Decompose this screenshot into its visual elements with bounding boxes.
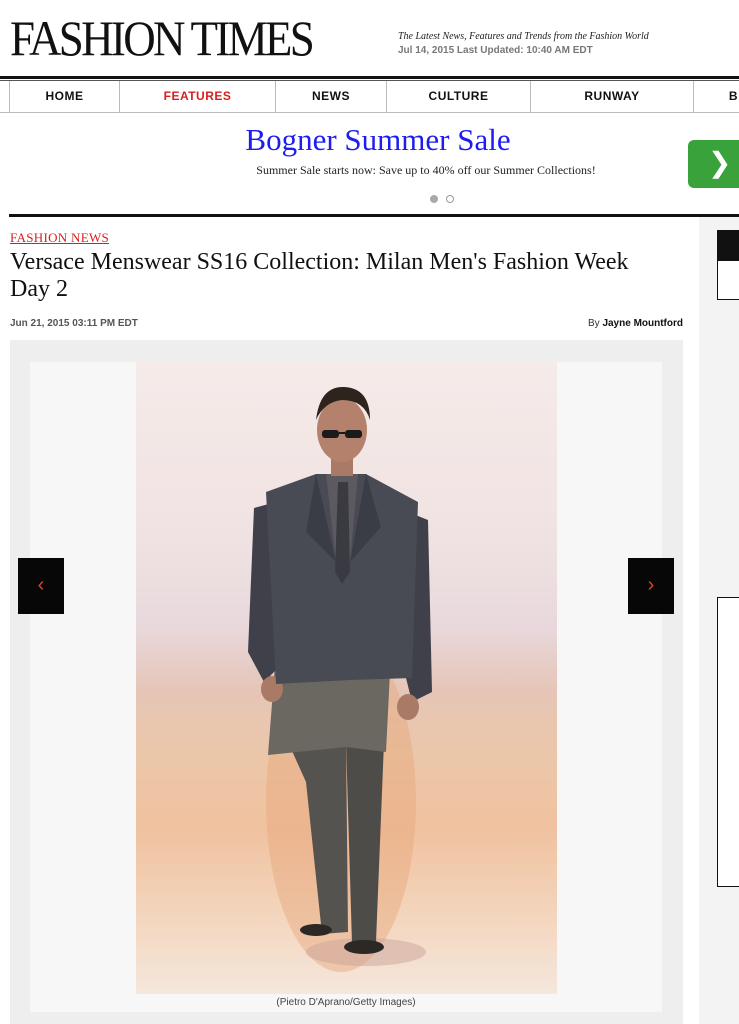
ad-dot-1[interactable] [430, 195, 438, 203]
gallery-prev-button[interactable]: ‹ [18, 558, 64, 614]
chevron-left-icon: ‹ [37, 574, 45, 596]
nav-item-runway[interactable]: RUNWAY [530, 81, 693, 112]
article-headline: Versace Menswear SS16 Collection: Milan … [10, 249, 629, 302]
nav-item-home[interactable]: HOME [9, 81, 119, 112]
gallery-next-button[interactable]: › [628, 558, 674, 614]
photo-gallery: (Pietro D'Aprano/Getty Images) ‹ › [10, 340, 683, 1024]
masthead-rule [0, 76, 739, 79]
gallery-frame: (Pietro D'Aprano/Getty Images) [30, 362, 662, 1012]
article-category-link[interactable]: FASHION NEWS [10, 230, 109, 246]
sidebar-ad-box [717, 597, 739, 887]
runway-model-image [248, 386, 432, 972]
masthead: FASHION TIMES The Latest News, Features … [0, 0, 739, 76]
nav-item-news[interactable]: NEWS [275, 81, 386, 112]
sidebar-widget-header [718, 231, 739, 261]
byline-prefix: By [587, 318, 600, 329]
nav-item-features[interactable]: FEATURES [119, 81, 275, 112]
ad-text: Summer Sale starts now: Save up to 40% o… [256, 163, 596, 177]
ad-title[interactable]: Bogner Summer Sale [0, 122, 739, 158]
gallery-photo[interactable] [136, 362, 557, 994]
site-tagline: The Latest News, Features and Trends fro… [398, 31, 649, 42]
ad-pagination [430, 190, 462, 203]
article-date: Jun 21, 2015 03:11 PM EDT [10, 318, 138, 329]
article-byline: By Jayne Mountford [588, 318, 683, 329]
site-dateline: Jul 14, 2015 Last Updated: 10:40 AM EDT [398, 45, 593, 56]
ad-next-button[interactable]: ❯ [688, 140, 739, 188]
sidebar-widget [717, 230, 739, 300]
author-link[interactable]: Jayne Mountford [602, 318, 683, 329]
chevron-right-icon: › [647, 574, 655, 596]
photo-caption: (Pietro D'Aprano/Getty Images) [276, 997, 416, 1008]
main-nav: HOME FEATURES NEWS CULTURE RUNWAY B [0, 80, 739, 113]
chevron-right-icon: ❯ [708, 147, 732, 178]
content-rule [9, 214, 739, 217]
nav-item-b[interactable]: B [693, 81, 739, 112]
ad-dot-2[interactable] [446, 195, 454, 203]
nav-item-culture[interactable]: CULTURE [386, 81, 530, 112]
site-logo[interactable]: FASHION TIMES [10, 10, 315, 66]
